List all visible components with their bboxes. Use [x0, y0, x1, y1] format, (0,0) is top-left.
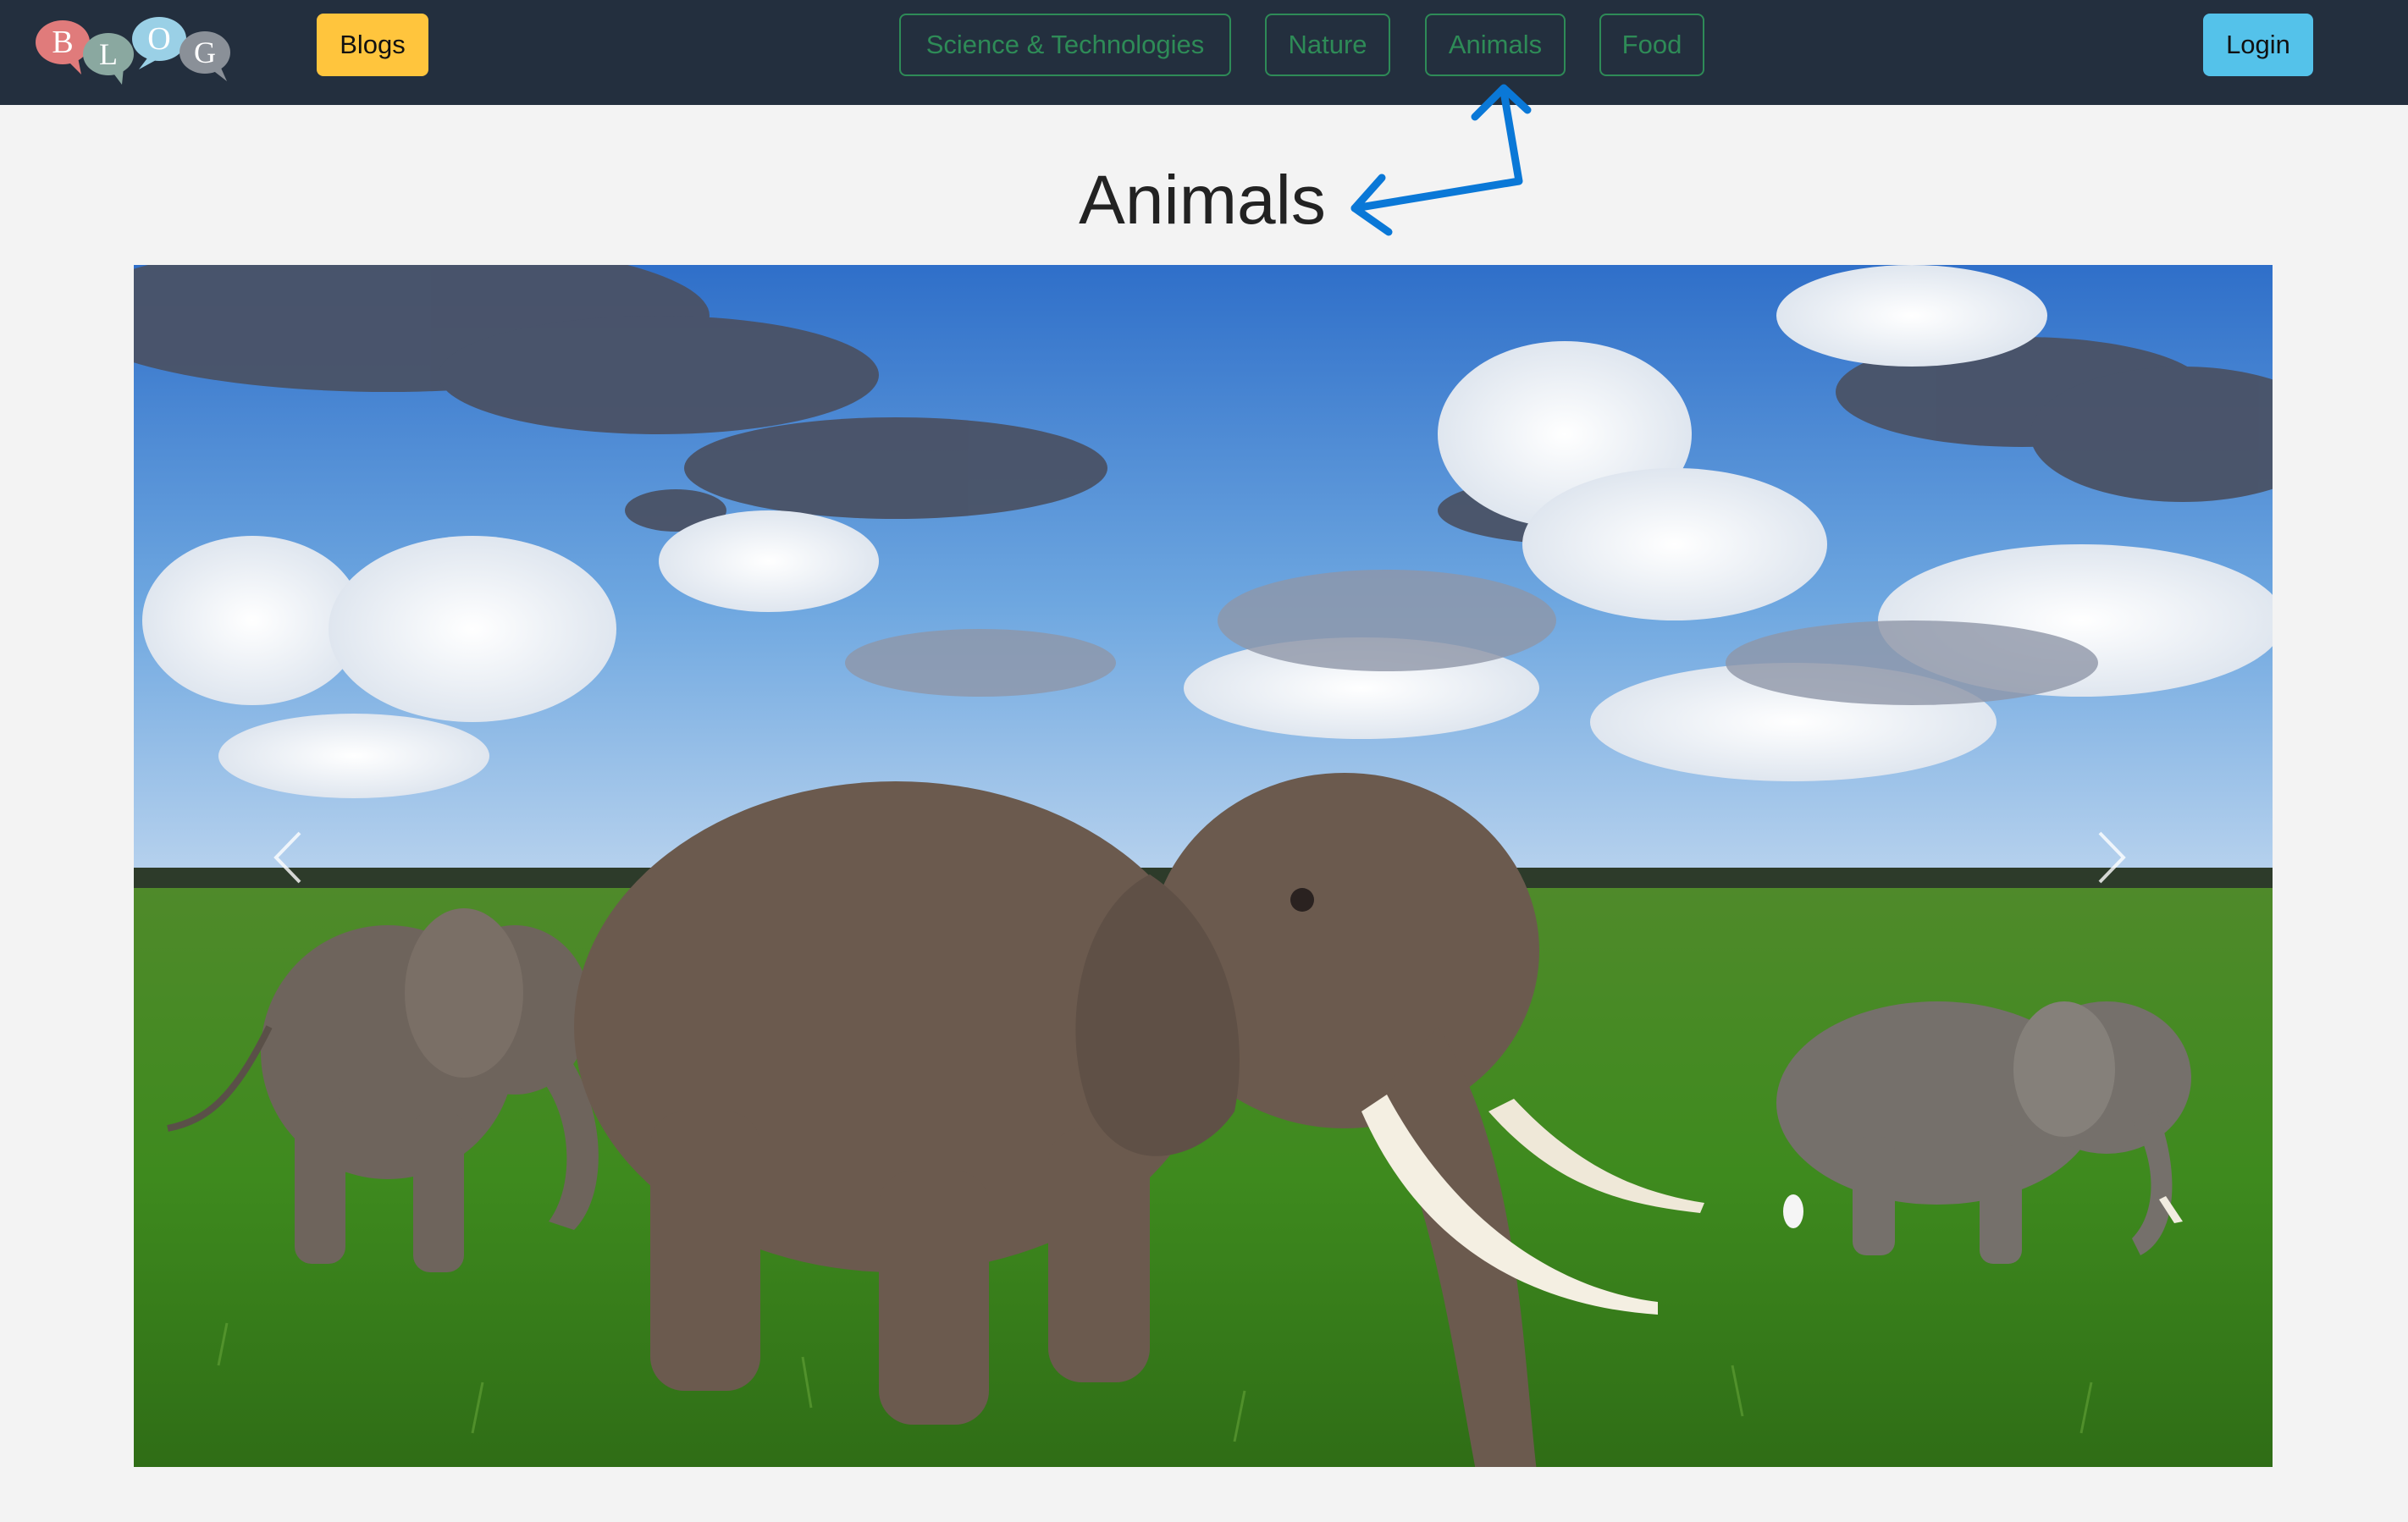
elephants-photo — [134, 265, 2273, 1467]
chevron-left-icon — [273, 831, 301, 884]
chevron-right-icon — [2098, 831, 2126, 884]
carousel-prev-button[interactable] — [254, 798, 322, 917]
nav-category-animals[interactable]: Animals — [1425, 14, 1566, 76]
nav-category-food[interactable]: Food — [1599, 14, 1704, 76]
annotation-arrow-icon — [1350, 84, 1532, 236]
logo-letter-l: L — [99, 37, 118, 71]
logo-bubble-o: O — [132, 17, 186, 69]
blog-logo[interactable]: B L O G — [30, 12, 242, 88]
logo-letter-g: G — [194, 36, 216, 69]
logo-letter-b: B — [52, 25, 73, 60]
logo-bubble-g: G — [179, 31, 230, 81]
top-navbar: B L O G Blogs Science & Technologies Nat… — [0, 0, 2408, 105]
logo-bubble-b: B — [36, 20, 90, 74]
nav-category-nature[interactable]: Nature — [1265, 14, 1390, 76]
hero-carousel[interactable] — [134, 265, 2273, 1467]
logo-bubble-l: L — [83, 33, 134, 85]
page-title: Animals — [1079, 162, 1326, 239]
nav-category-science-technologies[interactable]: Science & Technologies — [899, 14, 1231, 76]
blogs-button[interactable]: Blogs — [317, 14, 428, 76]
logo-letter-o: O — [147, 21, 170, 57]
carousel-next-button[interactable] — [2078, 798, 2146, 917]
login-button[interactable]: Login — [2203, 14, 2313, 76]
